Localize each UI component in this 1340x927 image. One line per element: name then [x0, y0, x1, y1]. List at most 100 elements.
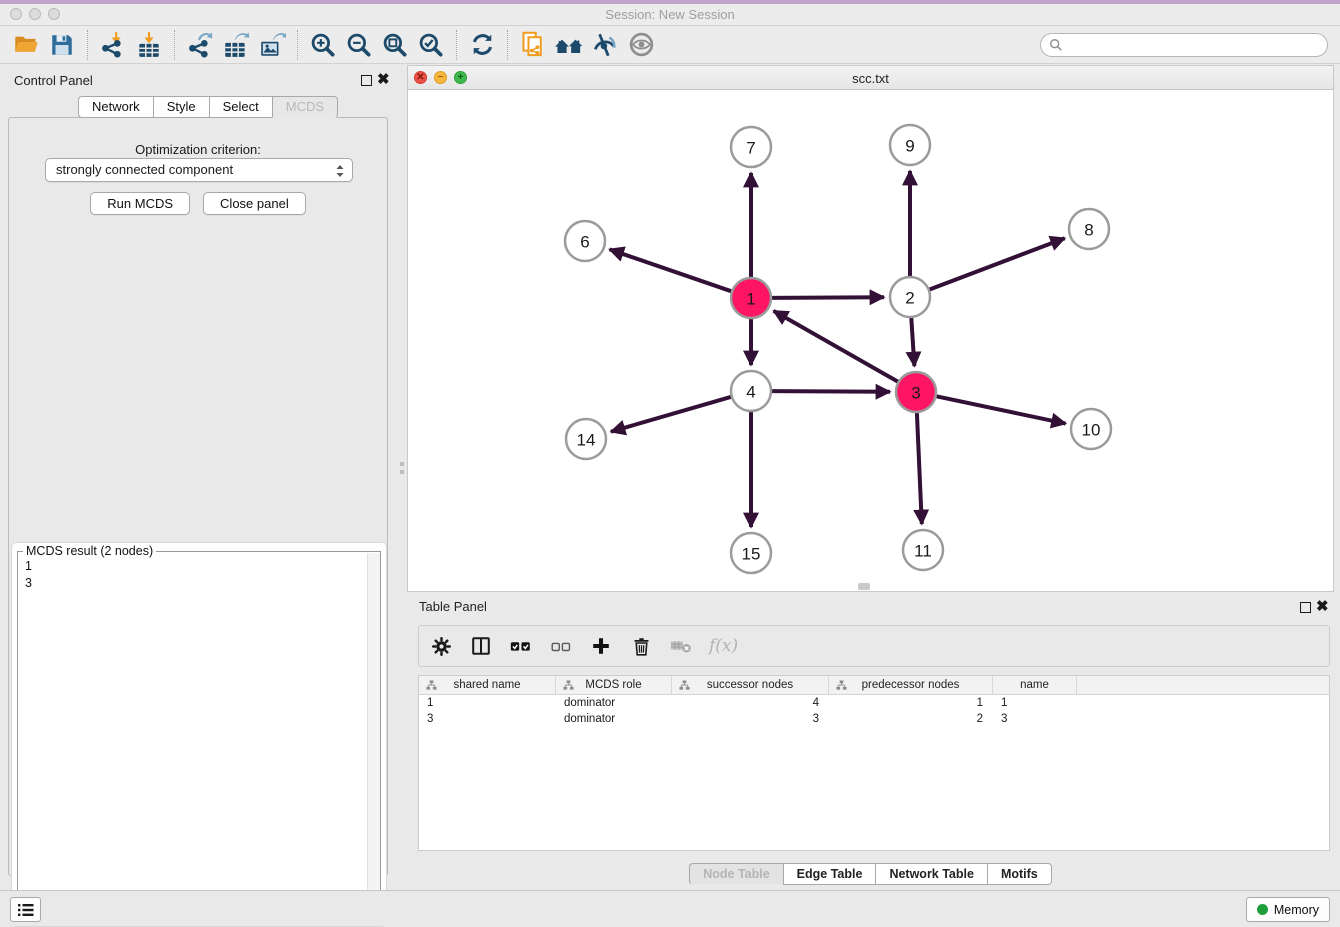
open-session-button[interactable] [10, 29, 42, 61]
tab-network-table[interactable]: Network Table [875, 863, 987, 885]
select-chevrons-icon [335, 162, 345, 180]
graph-node-11[interactable]: 11 [903, 530, 943, 570]
zoom-in-button[interactable] [307, 29, 339, 61]
graph-node-9[interactable]: 9 [890, 125, 930, 165]
network-window-titlebar[interactable]: ✕ − + scc.txt [408, 66, 1333, 90]
zoom-out-button[interactable] [343, 29, 375, 61]
table-panel: Table Panel ✖ [407, 594, 1334, 890]
plus-icon [590, 635, 612, 657]
graph-edge-3-10[interactable] [937, 396, 1066, 423]
mcds-tab-content: Optimization criterion: strongly connect… [8, 117, 388, 876]
create-column-button[interactable] [589, 634, 613, 658]
graph-node-label: 3 [911, 384, 920, 403]
tab-edge-table[interactable]: Edge Table [783, 863, 876, 885]
graph-node-4[interactable]: 4 [731, 371, 771, 411]
search-input[interactable] [1063, 38, 1313, 52]
export-table-button[interactable] [220, 29, 252, 61]
save-session-button[interactable] [46, 29, 78, 61]
delete-table-button[interactable] [669, 634, 693, 658]
graph-edge-4-14[interactable] [611, 397, 731, 432]
table-row[interactable]: 3 dominator 3 2 3 [419, 711, 1329, 727]
graph-node-label: 6 [580, 233, 589, 252]
run-mcds-button[interactable]: Run MCDS [90, 192, 190, 215]
task-history-button[interactable] [10, 897, 41, 922]
tab-network[interactable]: Network [78, 96, 153, 118]
graph-node-2[interactable]: 2 [890, 277, 930, 317]
clone-network-icon [519, 30, 548, 59]
column-header-name[interactable]: name [993, 676, 1077, 694]
panel-splitter[interactable] [397, 64, 407, 890]
import-table-button[interactable] [133, 29, 165, 61]
graph-node-14[interactable]: 14 [566, 419, 606, 459]
control-panel-tabs: Network Style Select MCDS [78, 96, 338, 118]
graph-node-15[interactable]: 15 [731, 533, 771, 573]
delete-column-button[interactable] [629, 634, 653, 658]
export-network-button[interactable] [184, 29, 216, 61]
hide-graphics-details-button[interactable] [589, 29, 621, 61]
application-window: Session: New Session [0, 0, 1340, 926]
app-titlebar: Session: New Session [0, 0, 1340, 26]
graph-node-3[interactable]: 3 [896, 372, 936, 412]
deselect-all-columns-button[interactable] [549, 634, 573, 658]
show-columns-button[interactable] [469, 634, 493, 658]
column-label: MCDS role [585, 679, 641, 691]
network-graph[interactable]: 7 9 6 8 1 2 4 3 14 10 15 11 [408, 90, 1333, 591]
home-button[interactable] [553, 29, 585, 61]
cell-predecessor-nodes: 2 [829, 711, 993, 727]
trash-icon [631, 636, 652, 657]
graph-edge-4-3[interactable] [772, 391, 890, 392]
graph-edge-3-1[interactable] [774, 311, 898, 382]
close-table-panel-icon[interactable]: ✖ [1316, 598, 1329, 616]
graph-edge-1-6[interactable] [610, 249, 732, 291]
close-panel-button[interactable]: Close panel [203, 192, 306, 215]
cell-successor-nodes: 4 [672, 695, 829, 711]
network-window-title: scc.txt [408, 71, 1333, 86]
import-network-button[interactable] [97, 29, 129, 61]
export-table-icon [222, 31, 250, 59]
graph-edge-3-11[interactable] [917, 413, 922, 524]
toolbar-separator [297, 30, 298, 60]
graph-node-6[interactable]: 6 [565, 221, 605, 261]
graph-edge-2-8[interactable] [930, 238, 1065, 289]
select-all-columns-button[interactable] [509, 634, 533, 658]
table-header-row: shared name MCDS role successor nodes [419, 676, 1329, 695]
clone-network-button[interactable] [517, 29, 549, 61]
show-graphics-details-button[interactable] [625, 29, 657, 61]
tab-style[interactable]: Style [153, 96, 209, 118]
graph-node-10[interactable]: 10 [1071, 409, 1111, 449]
float-table-panel-icon[interactable] [1300, 602, 1311, 613]
mcds-result-text[interactable]: 1 3 [25, 558, 32, 592]
graph-node-7[interactable]: 7 [731, 127, 771, 167]
table-row[interactable]: 1 dominator 4 1 1 [419, 695, 1329, 711]
zoom-fit-icon [381, 31, 409, 59]
tab-select[interactable]: Select [209, 96, 272, 118]
graph-node-8[interactable]: 8 [1069, 209, 1109, 249]
optimization-criterion-select[interactable]: strongly connected component [45, 158, 353, 182]
close-panel-icon[interactable]: ✖ [377, 71, 390, 89]
view-splitter-grip[interactable] [858, 583, 870, 590]
tab-node-table[interactable]: Node Table [689, 863, 782, 885]
export-image-icon [258, 31, 286, 59]
graph-node-1[interactable]: 1 [731, 278, 771, 318]
zoom-fit-button[interactable] [379, 29, 411, 61]
tab-motifs[interactable]: Motifs [987, 863, 1052, 885]
import-table-icon [135, 31, 163, 59]
function-builder-button[interactable]: f(x) [709, 636, 738, 656]
graph-edge-2-3[interactable] [911, 318, 914, 366]
zoom-selected-button[interactable] [415, 29, 447, 61]
column-header-mcds-role[interactable]: MCDS role [556, 676, 672, 694]
result-scrollbar[interactable] [367, 553, 380, 918]
search-box[interactable] [1040, 33, 1328, 57]
column-header-predecessor-nodes[interactable]: predecessor nodes [829, 676, 993, 694]
export-image-button[interactable] [256, 29, 288, 61]
float-panel-icon[interactable] [361, 75, 372, 86]
memory-button[interactable]: Memory [1246, 897, 1330, 922]
apply-layout-button[interactable] [466, 29, 498, 61]
mcds-result-line: 3 [25, 575, 32, 592]
column-settings-button[interactable] [429, 634, 453, 658]
graph-edge-1-2[interactable] [772, 297, 884, 298]
column-header-successor-nodes[interactable]: successor nodes [672, 676, 829, 694]
control-panel-title: Control Panel [14, 73, 93, 88]
tab-mcds[interactable]: MCDS [272, 96, 338, 118]
column-header-shared-name[interactable]: shared name [419, 676, 556, 694]
